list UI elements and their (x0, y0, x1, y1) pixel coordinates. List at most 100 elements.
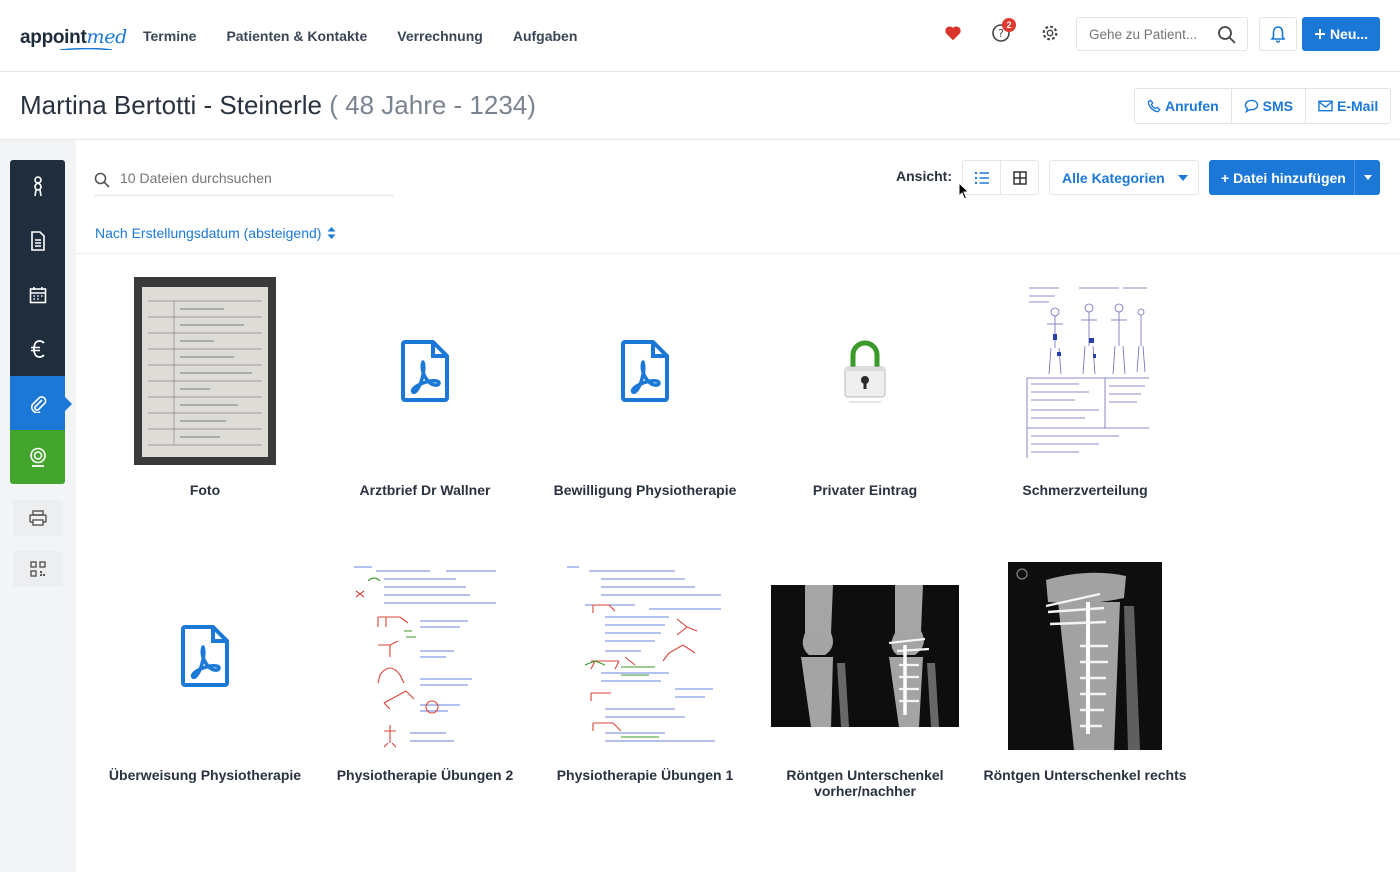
patient-header: Martina Bertotti - Steinerle ( 48 Jahre … (0, 72, 1400, 140)
main-nav: Termine Patienten & Kontakte Verrechnung… (143, 28, 577, 44)
nav-verrechnung[interactable]: Verrechnung (397, 28, 483, 44)
gear-icon[interactable] (1039, 22, 1061, 44)
file-tile[interactable]: Bewilligung Physiotherapie (535, 276, 755, 546)
add-file-button[interactable]: + Datei hinzufügen (1209, 160, 1380, 195)
nav-patienten-kontakte[interactable]: Patienten & Kontakte (226, 28, 367, 44)
chat-bubble-icon (1244, 99, 1258, 113)
file-caption: Röntgen Unterschenkel vorher/nachher (786, 767, 944, 799)
mouse-cursor-icon (958, 182, 970, 200)
xray-thumbnail (755, 561, 975, 751)
patient-icon (33, 176, 42, 197)
list-icon (974, 171, 989, 184)
exercise-sketch-thumbnail (535, 561, 755, 751)
search-icon[interactable] (1217, 25, 1237, 45)
phone-icon (1147, 99, 1161, 113)
pdf-icon (535, 276, 755, 466)
category-select[interactable]: Alle Kategorien (1049, 160, 1199, 195)
view-label: Ansicht: (896, 168, 952, 184)
exercise-sketch-thumbnail (315, 561, 535, 751)
sort-toggle[interactable]: Nach Erstellungsdatum (absteigend) (95, 225, 336, 241)
photo-thumbnail (95, 276, 315, 466)
patient-search (1076, 17, 1248, 51)
file-tile[interactable]: Physiotherapie Übungen 1 (535, 561, 755, 831)
file-caption: Physiotherapie Übungen 1 (556, 767, 734, 783)
patient-meta: ( 48 Jahre - 1234) (329, 90, 536, 120)
file-caption: Privater Eintrag (812, 482, 918, 498)
sidebar-item-billing[interactable] (10, 322, 65, 376)
qr-code-icon (30, 561, 46, 577)
file-tile[interactable]: Schmerzverteilung (975, 276, 1195, 546)
patient-sidebar (10, 160, 72, 602)
file-caption: Bewilligung Physiotherapie (553, 482, 737, 498)
view-toggle (962, 160, 1039, 195)
patient-search-input[interactable] (1089, 18, 1219, 50)
qr-code-button[interactable] (13, 551, 63, 587)
file-caption: Röntgen Unterschenkel rechts (983, 767, 1187, 783)
app-logo[interactable]: appointmed (20, 26, 127, 49)
calendar-icon (29, 287, 46, 304)
chevron-down-icon (1178, 175, 1188, 181)
call-button[interactable]: Anrufen (1135, 89, 1232, 123)
pain-chart-thumbnail (975, 276, 1195, 466)
grid-view-button[interactable] (1001, 161, 1038, 194)
heart-icon[interactable] (942, 22, 964, 44)
file-tile[interactable]: Röntgen Unterschenkel vorher/nachher (755, 561, 975, 831)
euro-icon (30, 340, 45, 358)
document-icon (30, 231, 45, 251)
webcam-icon (29, 447, 46, 467)
file-caption: Schmerzverteilung (1022, 482, 1148, 498)
patient-name: Martina Bertotti - Steinerle (20, 90, 323, 120)
email-label: E-Mail (1337, 98, 1379, 114)
category-select-value: Alle Kategorien (1062, 169, 1165, 186)
file-caption: Überweisung Physiotherapie (108, 767, 302, 783)
nav-termine[interactable]: Termine (143, 28, 196, 44)
file-search-input[interactable] (120, 170, 380, 186)
sms-button[interactable]: SMS (1232, 89, 1307, 123)
sidebar-item-patient[interactable] (10, 160, 65, 214)
file-tile[interactable]: Überweisung Physiotherapie (95, 561, 315, 831)
plus-icon (1314, 29, 1325, 39)
logo-swoosh (59, 48, 112, 50)
file-tile[interactable]: Physiotherapie Übungen 2 (315, 561, 535, 831)
patient-title: Martina Bertotti - Steinerle ( 48 Jahre … (20, 90, 536, 121)
sidebar-item-documents[interactable] (10, 214, 65, 268)
sidebar-item-webcam[interactable] (10, 430, 65, 484)
grid-icon (1012, 170, 1027, 185)
top-navbar: appointmed Termine Patienten & Kontakte … (0, 0, 1400, 72)
add-file-label: + Datei hinzufügen (1221, 169, 1346, 186)
file-tile[interactable]: Foto (95, 276, 315, 546)
call-label: Anrufen (1165, 98, 1219, 114)
file-search (94, 166, 394, 196)
lock-icon (755, 276, 975, 466)
sort-icon (327, 227, 336, 239)
envelope-icon (1318, 100, 1333, 112)
sidebar-item-files[interactable] (10, 376, 72, 430)
file-caption: Physiotherapie Übungen 2 (336, 767, 514, 783)
printer-icon (29, 510, 47, 526)
bell-icon (1270, 26, 1286, 43)
file-caption: Foto (189, 482, 221, 498)
sms-label: SMS (1262, 98, 1294, 114)
file-tile[interactable]: Röntgen Unterschenkel rechts (975, 561, 1195, 831)
nav-aufgaben[interactable]: Aufgaben (513, 28, 578, 44)
divider (76, 253, 1400, 254)
add-file-dropdown-toggle[interactable] (1354, 160, 1380, 195)
file-tile[interactable]: Privater Eintrag (755, 276, 975, 546)
new-button[interactable]: Neu... (1302, 17, 1380, 51)
files-panel: Ansicht: Alle Kategorien + Datei hinzufü… (76, 140, 1400, 872)
search-icon (94, 172, 110, 188)
notifications-button[interactable] (1259, 17, 1297, 51)
xray-thumbnail (975, 561, 1195, 751)
pdf-icon (315, 276, 535, 466)
contact-actions: Anrufen SMS E-Mail (1134, 88, 1392, 124)
new-button-label: Neu... (1329, 26, 1369, 42)
logo-main: appoint (20, 27, 87, 48)
sidebar-item-appointments[interactable] (10, 268, 65, 322)
pdf-icon (95, 561, 315, 751)
file-caption: Arztbrief Dr Wallner (359, 482, 491, 498)
print-button[interactable] (13, 500, 63, 536)
email-button[interactable]: E-Mail (1306, 89, 1390, 123)
sort-label: Nach Erstellungsdatum (absteigend) (95, 225, 322, 241)
help-icon[interactable]: ? 2 (990, 18, 1016, 44)
file-tile[interactable]: Arztbrief Dr Wallner (315, 276, 535, 546)
